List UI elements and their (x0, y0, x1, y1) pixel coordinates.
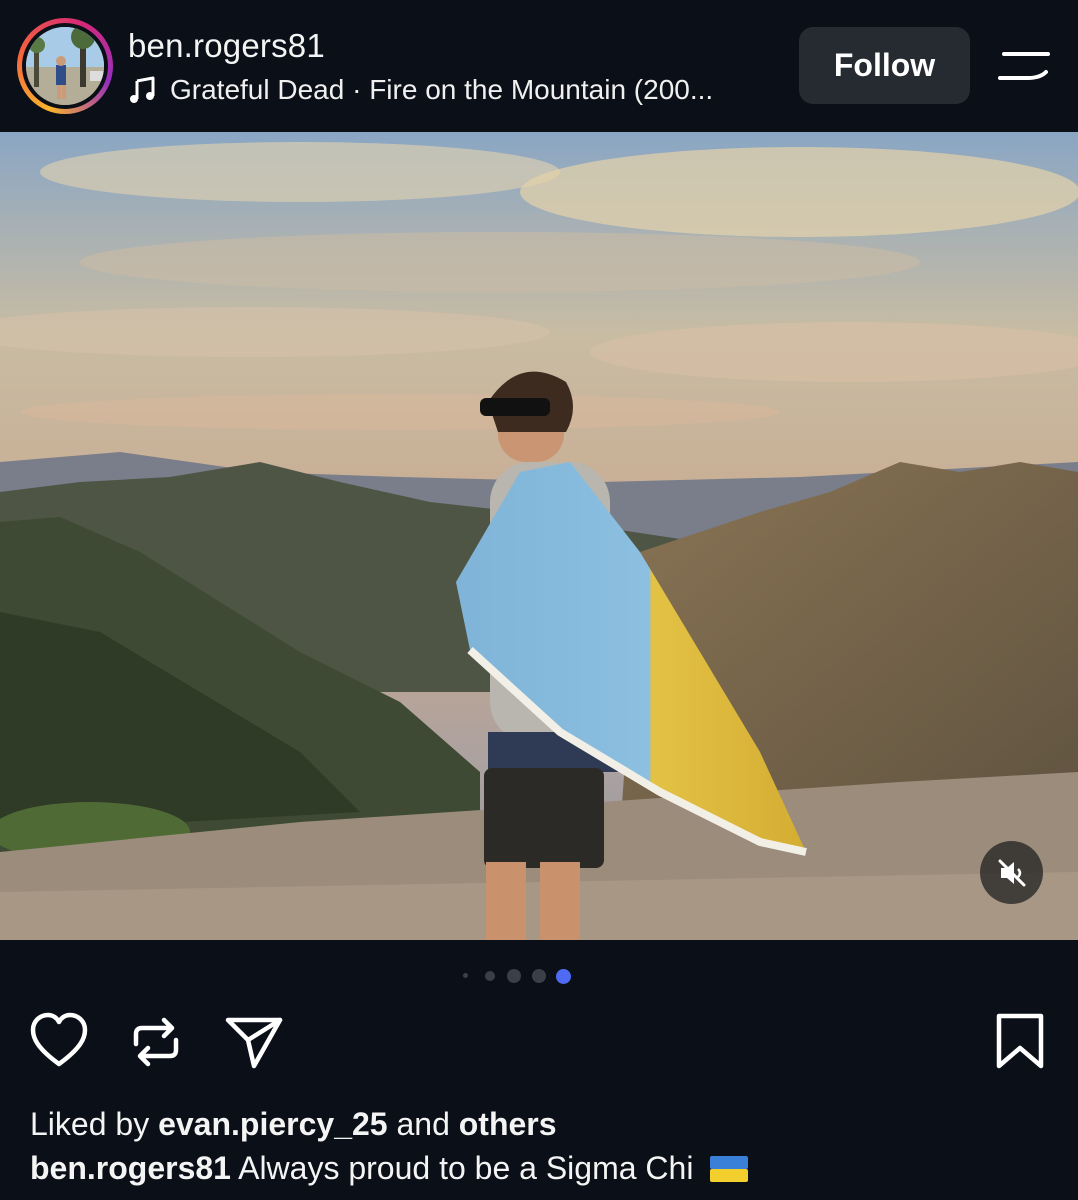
carousel-dot (507, 969, 521, 983)
caption-text: Always proud to be a Sigma Chi (238, 1150, 694, 1186)
follow-button[interactable]: Follow (799, 27, 970, 104)
liked-by-and: and (396, 1106, 450, 1142)
caption: ben.rogers81 Always proud to be a Sigma … (30, 1150, 749, 1187)
post-photo-image (0, 132, 1078, 940)
menu-icon[interactable] (996, 48, 1052, 84)
username[interactable]: ben.rogers81 (128, 27, 325, 65)
post-photo[interactable] (0, 132, 1078, 940)
action-bar (0, 1010, 1078, 1074)
post-header: ben.rogers81 Grateful Dead · Fire on the… (0, 0, 1078, 132)
likes-line: Liked by evan.piercy_25 and others (30, 1106, 557, 1143)
repost-icon[interactable] (124, 1010, 188, 1074)
carousel-dot-active (556, 969, 571, 984)
avatar[interactable] (17, 18, 113, 114)
avatar-photo (26, 27, 104, 105)
muted-speaker-icon (998, 859, 1025, 886)
mute-button[interactable] (980, 841, 1043, 904)
carousel-indicator (0, 962, 1078, 988)
audio-row[interactable]: Grateful Dead · Fire on the Mountain (20… (128, 70, 713, 110)
carousel-dot (485, 971, 495, 981)
ukraine-flag-icon (710, 1155, 749, 1182)
liked-by-user[interactable]: evan.piercy_25 (158, 1106, 388, 1142)
bookmark-icon[interactable] (988, 1010, 1052, 1074)
song-title: Grateful Dead · Fire on the Mountain (20… (170, 74, 714, 105)
carousel-dot (532, 969, 546, 983)
send-icon[interactable] (222, 1010, 286, 1074)
liked-by-others[interactable]: others (459, 1106, 557, 1142)
heart-icon[interactable] (27, 1010, 91, 1074)
carousel-dot (463, 973, 468, 978)
music-note-icon (130, 76, 155, 103)
caption-username[interactable]: ben.rogers81 (30, 1150, 231, 1186)
liked-by-prefix: Liked by (30, 1106, 150, 1142)
